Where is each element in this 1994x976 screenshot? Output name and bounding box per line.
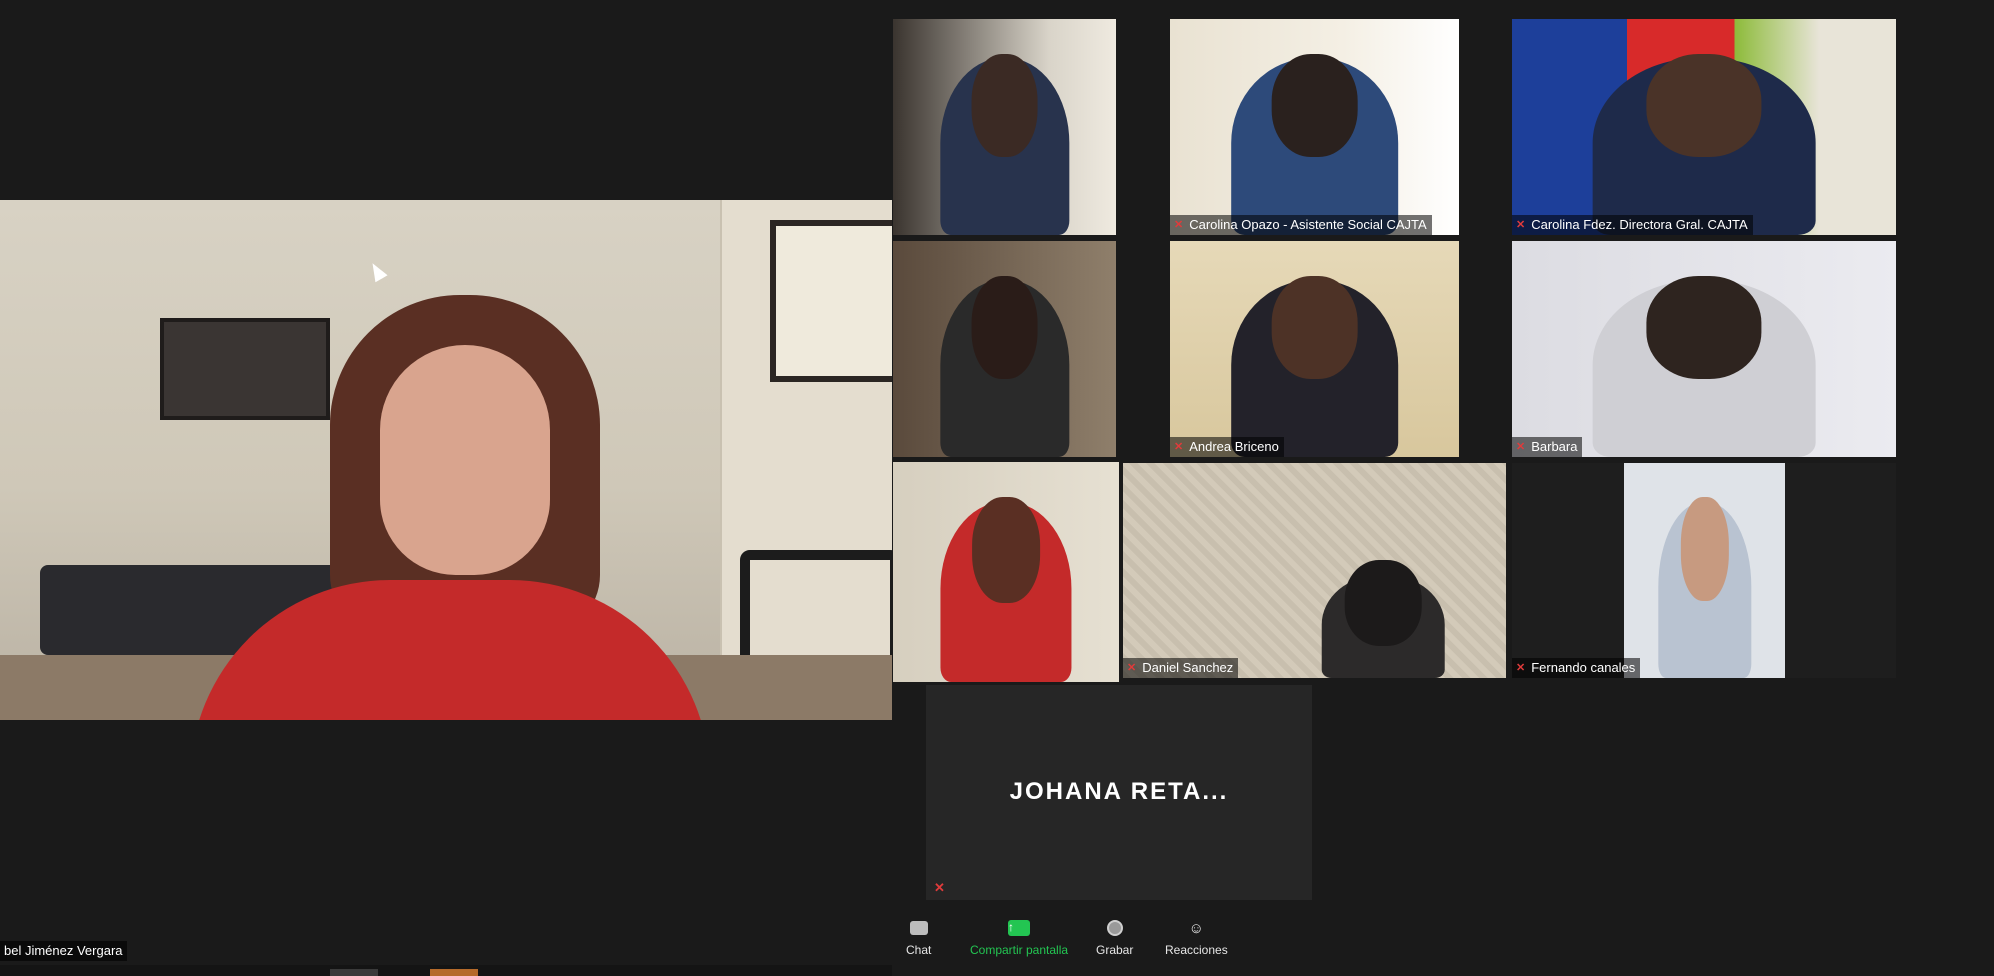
participant-name-tag: ✕ Carolina Fdez. Directora Gral. CAJTA bbox=[1512, 215, 1753, 235]
participant-name: Barbara bbox=[1531, 439, 1578, 454]
participant-head bbox=[1271, 275, 1358, 380]
participant-head bbox=[1646, 53, 1762, 158]
speaker-pane: bel Jiménez Vergara bbox=[0, 0, 892, 976]
mic-muted-icon: ✕ bbox=[1174, 441, 1184, 453]
tv-screen bbox=[160, 318, 330, 420]
mic-muted-icon: ✕ bbox=[1174, 219, 1184, 231]
chat-button[interactable]: Chat bbox=[906, 919, 931, 957]
video-tile[interactable]: ✕ Andrea Briceno bbox=[1170, 241, 1459, 457]
wall-frame bbox=[770, 220, 892, 382]
participant-name: Carolina Opazo - Asistente Social CAJTA bbox=[1189, 217, 1427, 232]
record-label: Grabar bbox=[1096, 943, 1134, 957]
participant-name: Andrea Briceno bbox=[1189, 439, 1279, 454]
video-tile[interactable]: ✕ Carolina Opazo - Asistente Social CAJT… bbox=[1170, 19, 1459, 235]
left-footer-bar bbox=[0, 965, 892, 976]
share-screen-icon: ↑ bbox=[1008, 920, 1031, 936]
reactions-label: Reacciones bbox=[1165, 943, 1228, 957]
participant-head bbox=[1680, 497, 1729, 601]
video-tile[interactable]: ✕ Fernando canales bbox=[1512, 463, 1896, 678]
participant-name-tag: ✕ Daniel Sanchez bbox=[1123, 658, 1239, 678]
video-tile[interactable]: ✕ Carolina Fdez. Directora Gral. CAJTA bbox=[1512, 19, 1896, 235]
participant-name-tag: ✕ Andrea Briceno bbox=[1170, 437, 1284, 457]
participant-head bbox=[972, 497, 1040, 603]
footer-marker bbox=[330, 969, 378, 976]
video-tile[interactable] bbox=[893, 19, 1116, 235]
video-tile[interactable]: ✕ Daniel Sanchez bbox=[1123, 463, 1506, 678]
mic-muted-icon: ✕ bbox=[1516, 662, 1526, 674]
participant-name-tag: ✕ Barbara bbox=[1512, 437, 1583, 457]
video-tile[interactable] bbox=[893, 241, 1116, 457]
reactions-button[interactable]: ☺ Reacciones bbox=[1165, 919, 1228, 958]
participant-head bbox=[1345, 559, 1422, 646]
video-tile-active-speaker[interactable] bbox=[893, 462, 1119, 682]
participant-head bbox=[971, 275, 1038, 380]
participant-head bbox=[971, 53, 1038, 158]
speaker-face bbox=[380, 345, 550, 575]
participant-name-tag: ✕ Carolina Opazo - Asistente Social CAJT… bbox=[1170, 215, 1432, 235]
chat-icon bbox=[909, 921, 928, 935]
record-icon bbox=[1106, 920, 1123, 936]
share-label: Compartir pantalla bbox=[970, 943, 1069, 957]
participant-name: Carolina Fdez. Directora Gral. CAJTA bbox=[1531, 217, 1748, 232]
participant-tile-no-video[interactable]: JOHANA RETA... ✕ bbox=[926, 685, 1312, 900]
record-button[interactable]: Grabar bbox=[1096, 919, 1133, 957]
mic-muted-icon: ✕ bbox=[1516, 441, 1526, 453]
participant-name-tag: ✕ Fernando canales bbox=[1512, 658, 1641, 678]
participant-head bbox=[1646, 275, 1762, 380]
participant-head bbox=[1271, 53, 1358, 158]
participant-name: Fernando canales bbox=[1531, 660, 1636, 675]
video-tile[interactable]: ✕ Barbara bbox=[1512, 241, 1896, 457]
mic-muted-icon: ✕ bbox=[934, 880, 945, 895]
reactions-icon: ☺ bbox=[1188, 919, 1204, 937]
speaker-name-label: bel Jiménez Vergara bbox=[0, 941, 127, 961]
participant-display-name: JOHANA RETA... bbox=[1009, 778, 1229, 805]
speaker-video[interactable] bbox=[0, 200, 892, 720]
footer-marker bbox=[430, 969, 478, 976]
share-screen-button[interactable]: ↑ Compartir pantalla bbox=[970, 919, 1068, 957]
chat-label: Chat bbox=[906, 943, 932, 957]
mic-muted-icon: ✕ bbox=[1516, 219, 1526, 231]
meeting-toolbar: Chat ↑ Compartir pantalla Grabar ☺ Reacc… bbox=[892, 913, 1994, 976]
participant-name: Daniel Sanchez bbox=[1142, 660, 1234, 675]
participant-video bbox=[1624, 463, 1785, 678]
mic-muted-icon: ✕ bbox=[1127, 662, 1137, 674]
